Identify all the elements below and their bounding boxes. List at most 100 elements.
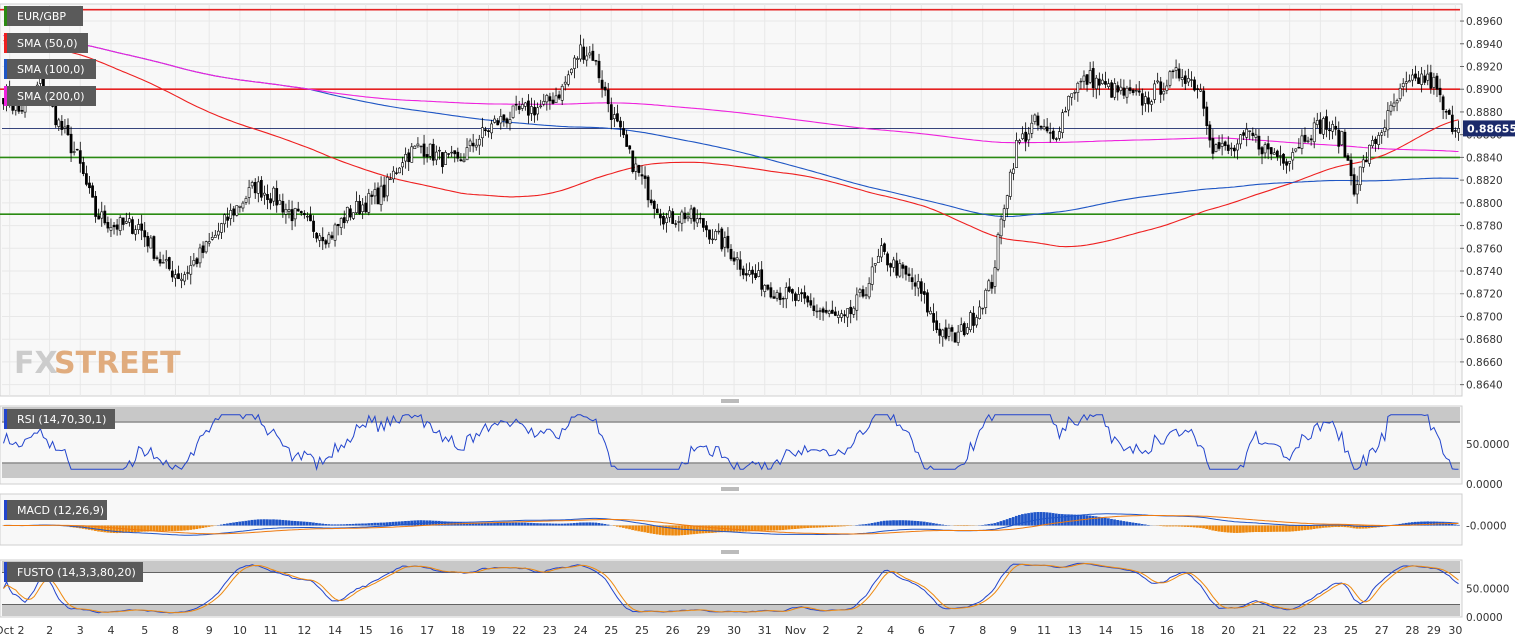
x-date-label: 20 [1221,624,1235,637]
macd-histogram-bar [830,525,834,527]
macd-histogram-bar [1223,525,1227,533]
candle-bull [634,163,638,172]
macd-histogram-bar [232,522,235,526]
sma200-tag-label: SMA (200,0) [17,90,85,103]
candle-bear [910,277,914,283]
macd-histogram-bar [1235,525,1239,533]
macd-histogram-bar [560,523,564,526]
macd-histogram-bar [551,523,555,526]
candle-bear [1024,131,1028,142]
candle-bull [72,151,76,153]
x-date-label: 28 [1405,624,1419,637]
y-tick-label: 0.8780 [1466,221,1503,233]
candle-bull [969,312,972,330]
candle-bear [514,104,518,106]
macd-histogram-bar [1183,525,1187,527]
macd-histogram-bar [376,522,380,526]
candle-bull [278,200,282,205]
candle-bull [846,308,850,318]
candle-bear [121,217,125,225]
macd-histogram-bar [345,524,349,526]
candle-bear [744,273,748,276]
last-price-label: 0.88655 [1467,122,1517,135]
macd-histogram-bar [1091,516,1095,526]
candle-bull [1174,67,1178,71]
candle-bear [1257,135,1261,150]
candle-bear [1196,88,1199,90]
candle-bear [557,94,561,99]
x-date-label: 12 [297,624,311,637]
macd-histogram-bar [318,523,321,526]
macd-histogram-bar [591,522,595,526]
candle-bull [1030,122,1034,134]
candle-bull [385,176,389,197]
macd-histogram-bar [879,521,883,526]
candle-bear [631,150,635,173]
candle-bull [416,143,420,147]
macd-histogram-bar [732,525,736,532]
fusto-upper-band [2,561,1460,573]
candle-bull [536,107,539,115]
candle-bear [751,269,754,275]
candle-bull [959,324,963,332]
x-date-label: 21 [1252,624,1266,637]
candle-bear [548,96,552,102]
candle-bear [944,327,948,339]
candle-bull [1426,73,1430,81]
candle-bull [993,267,997,287]
candle-bear [778,292,782,301]
macd-histogram-bar [529,522,533,526]
candle-bear [88,182,91,189]
macd-histogram-bar [575,522,579,526]
candle-bear [54,104,58,126]
candle-bull [588,52,592,56]
macd-histogram-bar [1208,525,1212,530]
macd-histogram-bar [1103,517,1107,526]
candle-bear [1193,79,1196,91]
candle-bear [395,172,398,174]
x-date-label: 3 [77,624,84,637]
candle-bear [1137,90,1141,93]
macd-histogram-bar [597,523,601,526]
candle-bull [1340,131,1344,146]
candle-bear [1208,124,1212,141]
sma50-tag-accent [4,33,7,53]
macd-histogram-bar [235,522,239,526]
candle-bull [1220,142,1224,147]
y-tick-label: 0.8700 [1466,311,1503,323]
macd-histogram-bar [223,523,226,526]
candle-bear [177,273,180,280]
macd-histogram-bar [1245,525,1248,533]
rsi-tick-label: 50.0000 [1466,439,1509,451]
candle-bear [106,222,110,229]
candle-bull [465,147,469,161]
candle-bear [155,257,159,259]
candle-bull [401,162,404,168]
candle-bull [1392,102,1396,107]
candle-bull [1008,171,1012,197]
macd-histogram-bar [892,520,895,526]
candle-bull [1380,132,1384,136]
macd-histogram-bar [281,519,285,526]
candle-bear [1054,138,1058,140]
macd-histogram-bar [351,523,355,526]
macd-histogram-bar [1146,524,1150,526]
candle-bull [947,327,951,337]
macd-histogram-bar [1202,525,1205,529]
candle-bear [324,240,328,245]
macd-histogram-bar [1331,525,1334,528]
macd-histogram-bar [259,519,263,526]
candle-bull [220,223,223,233]
macd-histogram-bar [287,520,291,526]
macd-histogram-bar [1343,525,1347,528]
candle-bull [1107,83,1110,87]
candle-bear [1374,138,1377,144]
macd-histogram-bar [542,523,545,526]
macd-histogram-bar [873,522,877,526]
candle-bull [1134,90,1138,92]
x-date-label: 22 [512,624,526,637]
macd-histogram-bar [563,523,567,526]
macd-histogram-bar [818,525,822,528]
macd-histogram-bar [1275,525,1279,532]
candle-bull [511,105,515,118]
